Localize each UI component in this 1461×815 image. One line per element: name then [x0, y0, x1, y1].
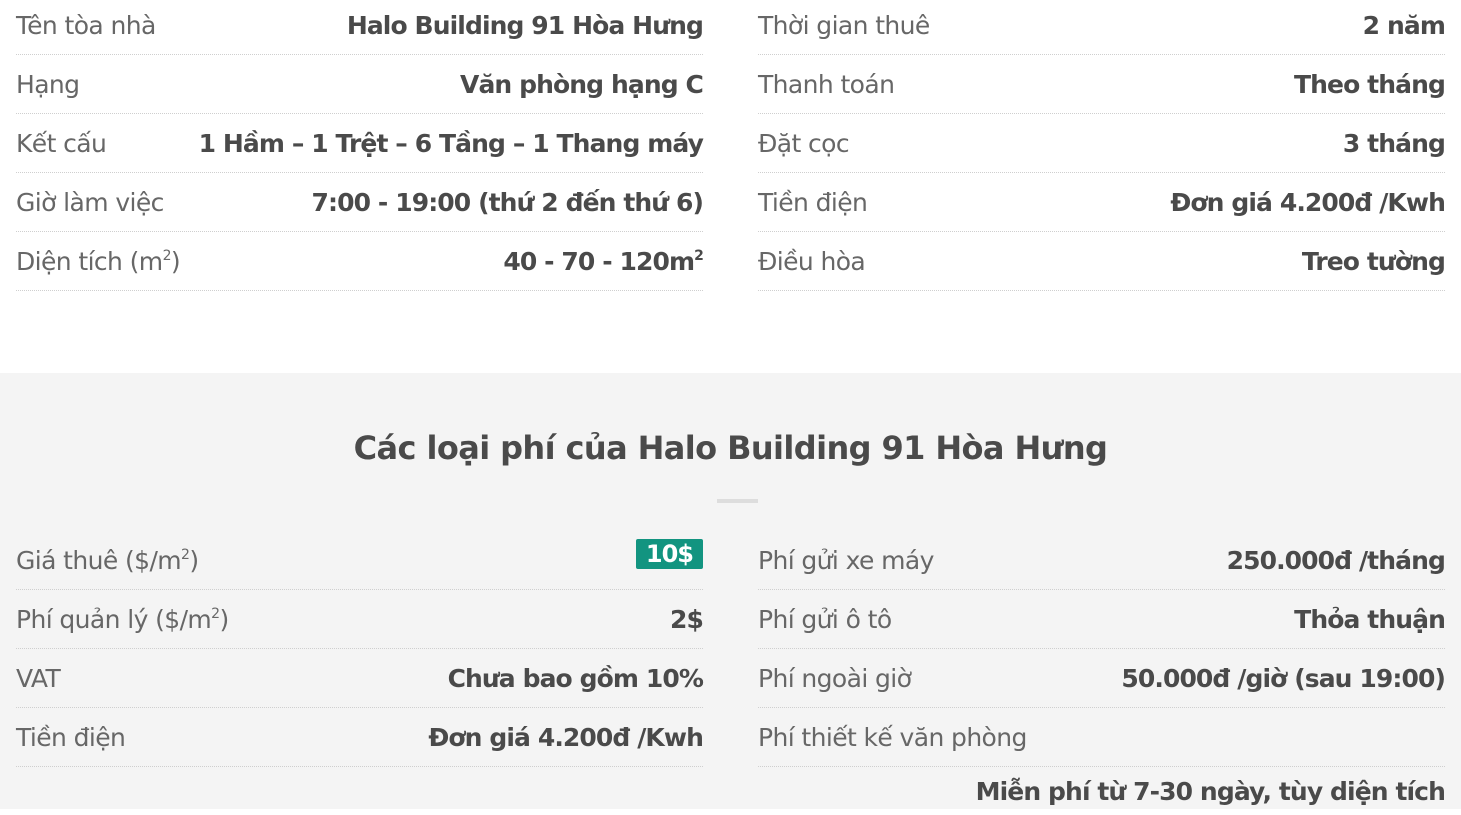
info-label-suffix: ): [170, 246, 181, 276]
info-value: Theo tháng: [1294, 69, 1446, 99]
fees-title: Các loại phí của Halo Building 91 Hòa Hư…: [353, 429, 1108, 467]
info-row-lease-term: Thời gian thuê 2 năm: [758, 0, 1446, 55]
fee-label: Giá thuê ($/m2): [16, 546, 199, 575]
info-label: Hạng: [16, 69, 80, 99]
fee-label: Phí thiết kế văn phòng: [758, 722, 1027, 752]
info-value: 1 Hầm – 1 Trệt – 6 Tầng – 1 Thang máy: [198, 128, 704, 158]
fee-label: Phí ngoài giờ: [758, 663, 912, 693]
fee-label: Tiền điện: [16, 722, 126, 752]
info-value: Văn phòng hạng C: [460, 69, 704, 99]
fee-row-motorbike-parking: Phí gửi xe máy 250.000đ /tháng: [758, 531, 1446, 590]
superscript: 2: [694, 247, 704, 264]
fee-label: Phí gửi xe máy: [758, 545, 934, 575]
fee-label: VAT: [16, 663, 61, 693]
building-info-section: Tên tòa nhà Halo Building 91 Hòa Hưng Hạ…: [0, 0, 1461, 373]
fee-row-vat: VAT Chưa bao gồm 10%: [16, 649, 704, 708]
fee-row-office-design-value: Miễn phí từ 7-30 ngày, tùy diện tích: [758, 767, 1446, 815]
fee-value: Chưa bao gồm 10%: [447, 663, 704, 693]
info-value: 40 - 70 - 120m2: [503, 246, 704, 276]
fee-row-rent: Giá thuê ($/m2) 10$: [16, 531, 703, 590]
fee-label-text: Phí quản lý ($/m: [16, 604, 212, 634]
fee-row-management: Phí quản lý ($/m2) 2$: [16, 590, 704, 649]
building-info-left-column: Tên tòa nhà Halo Building 91 Hòa Hưng Hạ…: [16, 0, 704, 291]
fee-value: 250.000đ /tháng: [1226, 545, 1446, 575]
info-value: 3 tháng: [1342, 128, 1446, 158]
fee-label-suffix: ): [189, 545, 199, 575]
info-value: Halo Building 91 Hòa Hưng: [346, 10, 704, 40]
info-row-deposit: Đặt cọc 3 tháng: [758, 114, 1446, 173]
info-value-text: 40 - 70 - 120m: [503, 246, 695, 276]
info-label: Tiền điện: [758, 187, 868, 217]
info-row-area: Diện tích (m2) 40 - 70 - 120m2: [16, 232, 704, 291]
info-value: 7:00 - 19:00 (thứ 2 đến thứ 6): [311, 187, 704, 217]
info-label: Tên tòa nhà: [16, 10, 156, 40]
fee-row-car-parking: Phí gửi ô tô Thỏa thuận: [758, 590, 1446, 649]
fees-right-column: Phí gửi xe máy 250.000đ /tháng Phí gửi ô…: [758, 531, 1446, 815]
info-label: Đặt cọc: [758, 128, 850, 158]
info-row-air-conditioning: Điều hòa Treo tường: [758, 232, 1446, 291]
fee-value: Miễn phí từ 7-30 ngày, tùy diện tích: [975, 776, 1446, 806]
info-row-payment: Thanh toán Theo tháng: [758, 55, 1446, 114]
fee-label: Phí quản lý ($/m2): [16, 605, 229, 634]
fee-label: Phí gửi ô tô: [758, 604, 892, 634]
info-label: Điều hòa: [758, 246, 866, 276]
fees-left-column: Giá thuê ($/m2) 10$ Phí quản lý ($/m2) 2…: [16, 531, 704, 767]
info-row-working-hours: Giờ làm việc 7:00 - 19:00 (thứ 2 đến thứ…: [16, 173, 704, 232]
fee-label-text: Giá thuê ($/m: [16, 545, 182, 575]
fee-row-office-design: Phí thiết kế văn phòng: [758, 708, 1445, 767]
rent-price-badge: 10$: [635, 539, 703, 569]
fee-value: Đơn giá 4.200đ /Kwh: [428, 722, 704, 752]
fee-value: 50.000đ /giờ (sau 19:00): [1121, 663, 1446, 693]
superscript: 2: [162, 247, 172, 264]
info-label: Diện tích (m2): [16, 246, 181, 276]
building-info-right-column: Thời gian thuê 2 năm Thanh toán Theo thá…: [758, 0, 1446, 291]
info-label: Thời gian thuê: [758, 10, 930, 40]
info-label: Giờ làm việc: [16, 187, 164, 217]
info-label: Thanh toán: [758, 69, 895, 99]
info-row-grade: Hạng Văn phòng hạng C: [16, 55, 704, 114]
fee-label-suffix: ): [219, 604, 229, 634]
info-value: Treo tường: [1301, 246, 1446, 276]
fee-row-electricity: Tiền điện Đơn giá 4.200đ /Kwh: [16, 708, 704, 767]
info-row-structure: Kết cấu 1 Hầm – 1 Trệt – 6 Tầng – 1 Than…: [16, 114, 704, 173]
info-value: 2 năm: [1362, 10, 1446, 40]
info-label-text: Diện tích (m: [16, 246, 163, 276]
fee-value: 2$: [670, 604, 704, 634]
info-row-building-name: Tên tòa nhà Halo Building 91 Hòa Hưng: [16, 0, 704, 55]
fees-section: Các loại phí của Halo Building 91 Hòa Hư…: [0, 373, 1461, 809]
fee-row-overtime: Phí ngoài giờ 50.000đ /giờ (sau 19:00): [758, 649, 1446, 708]
title-divider: [717, 499, 758, 503]
info-row-electricity: Tiền điện Đơn giá 4.200đ /Kwh: [758, 173, 1446, 232]
fee-value: Thỏa thuận: [1294, 604, 1446, 634]
info-value: Đơn giá 4.200đ /Kwh: [1170, 187, 1446, 217]
info-label: Kết cấu: [16, 128, 107, 158]
